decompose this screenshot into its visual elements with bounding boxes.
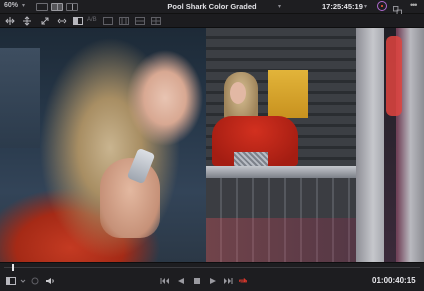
scrubber[interactable]	[0, 262, 424, 271]
play-icon[interactable]	[208, 276, 218, 286]
layout-dropdown-icon[interactable]	[18, 276, 26, 286]
view-mode-4-icon[interactable]	[151, 16, 161, 26]
railing	[206, 166, 356, 178]
loop-ring-icon[interactable]	[30, 276, 40, 286]
wipe-toolbar: A/B	[0, 14, 424, 28]
split-screen-icon[interactable]	[73, 16, 83, 26]
wipe-diagonal-icon[interactable]	[40, 16, 50, 26]
ab-mode-label[interactable]: A/B	[87, 17, 97, 23]
stop-icon[interactable]	[192, 276, 202, 286]
woman-face	[230, 82, 246, 104]
clip-dropdown-icon[interactable]: ▾	[278, 3, 281, 10]
video-viewer[interactable]	[0, 28, 424, 262]
transport-bar: 01:00:40:15	[0, 271, 424, 291]
closeup-frame	[0, 28, 206, 262]
viewer-header: 60% ▾ Pool Shark Color Graded ▾ 17:25:45…	[0, 0, 424, 15]
compare-icon[interactable]	[393, 2, 402, 15]
record-timecode: 01:00:40:15	[372, 276, 416, 285]
volume-icon[interactable]	[45, 276, 55, 286]
more-icon[interactable]: •••	[410, 0, 418, 10]
reverse-play-icon[interactable]	[176, 276, 186, 286]
source-timecode: 17:25:45:19	[322, 2, 363, 11]
loop-icon[interactable]	[238, 276, 250, 286]
timecode-dropdown-icon[interactable]: ▾	[364, 3, 367, 10]
wipe-center-icon[interactable]	[57, 16, 67, 26]
wide-frame	[206, 28, 424, 262]
view-mode-2-icon[interactable]	[119, 16, 129, 26]
graffiti	[206, 218, 356, 262]
red-tag	[386, 36, 402, 116]
viewer-layout-icon[interactable]	[6, 276, 16, 286]
color-fx-icon[interactable]	[377, 1, 387, 11]
wipe-horizontal-icon[interactable]	[5, 16, 15, 26]
background-window	[0, 48, 40, 148]
scrub-track[interactable]	[4, 267, 420, 268]
first-frame-icon[interactable]	[160, 276, 170, 286]
last-frame-icon[interactable]	[223, 276, 233, 286]
view-mode-3-icon[interactable]	[135, 16, 145, 26]
wipe-vertical-icon[interactable]	[22, 16, 32, 26]
playhead[interactable]	[12, 264, 15, 271]
lit-window	[268, 70, 308, 118]
view-mode-1-icon[interactable]	[103, 16, 113, 26]
